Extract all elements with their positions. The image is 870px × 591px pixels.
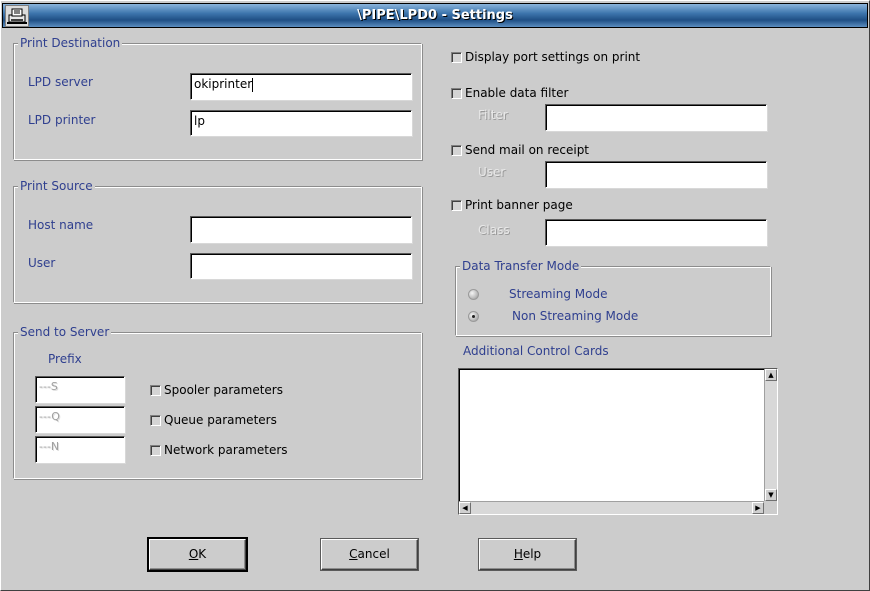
ok-button[interactable]: OK bbox=[149, 539, 246, 570]
display-port-settings-label: Display port settings on print bbox=[465, 50, 641, 64]
lpd-printer-label: LPD printer bbox=[28, 113, 96, 127]
mail-user-label: User bbox=[478, 165, 506, 179]
spooler-parameters-box[interactable] bbox=[150, 384, 161, 396]
lpd-server-input[interactable]: okiprinter bbox=[190, 73, 412, 100]
queue-parameters-box[interactable] bbox=[150, 414, 161, 426]
network-prefix-input[interactable]: ---N bbox=[35, 436, 125, 463]
data-transfer-mode-title: Data Transfer Mode bbox=[460, 258, 582, 274]
prefix-label: Prefix bbox=[48, 352, 82, 366]
class-input[interactable] bbox=[545, 219, 767, 246]
right-arrow-icon[interactable]: ▶ bbox=[752, 502, 764, 514]
filter-input[interactable] bbox=[545, 104, 767, 131]
vertical-scrollbar[interactable]: ▲ ▼ bbox=[764, 369, 777, 501]
help-mnemonic: H bbox=[513, 547, 523, 561]
print-destination-title: Print Destination bbox=[18, 35, 123, 51]
cancel-mnemonic: C bbox=[349, 547, 358, 561]
print-destination-group: Print Destination bbox=[13, 35, 422, 160]
host-name-label: Host name bbox=[28, 218, 94, 232]
send-to-server-title: Send to Server bbox=[18, 324, 112, 340]
non-streaming-mode-radio[interactable]: Non Streaming Mode bbox=[468, 308, 638, 324]
ok-label-rest: K bbox=[198, 547, 207, 561]
streaming-mode-radio[interactable]: Streaming Mode bbox=[468, 286, 607, 302]
enable-data-filter-label: Enable data filter bbox=[465, 86, 569, 100]
mail-user-input[interactable] bbox=[545, 161, 767, 188]
up-arrow-icon[interactable]: ▲ bbox=[765, 369, 777, 381]
print-source-title: Print Source bbox=[18, 178, 95, 194]
network-parameters-box[interactable] bbox=[150, 444, 161, 456]
streaming-mode-label: Streaming Mode bbox=[509, 287, 608, 301]
send-mail-label: Send mail on receipt bbox=[465, 143, 590, 157]
filter-label: Filter bbox=[478, 108, 508, 122]
scroll-corner bbox=[764, 501, 777, 514]
additional-control-cards-textarea[interactable]: ▲ ▼ ◀ ▶ bbox=[458, 368, 778, 515]
lpd-server-value: okiprinter bbox=[194, 77, 253, 91]
print-source-group: Print Source bbox=[13, 178, 422, 303]
lpd-printer-value: lp bbox=[194, 114, 205, 128]
display-port-settings-box[interactable] bbox=[451, 51, 462, 63]
queue-prefix-input[interactable]: ---Q bbox=[35, 406, 125, 433]
settings-dialog: \PIPE\LPD0 - Settings Print Destination … bbox=[0, 0, 870, 591]
network-parameters-label: Network parameters bbox=[164, 443, 288, 457]
enable-data-filter-checkbox[interactable]: Enable data filter bbox=[451, 85, 568, 101]
text-caret bbox=[252, 77, 254, 92]
send-mail-box[interactable] bbox=[451, 144, 462, 156]
cancel-button[interactable]: Cancel bbox=[321, 539, 418, 570]
help-button[interactable]: Help bbox=[479, 539, 576, 570]
spooler-parameters-label: Spooler parameters bbox=[164, 383, 283, 397]
source-user-input[interactable] bbox=[190, 253, 412, 279]
print-banner-label: Print banner page bbox=[465, 198, 573, 212]
display-port-settings-checkbox[interactable]: Display port settings on print bbox=[451, 49, 640, 65]
left-arrow-icon[interactable]: ◀ bbox=[459, 502, 471, 514]
queue-parameters-checkbox[interactable]: Queue parameters bbox=[150, 412, 277, 428]
ok-mnemonic: O bbox=[188, 547, 199, 561]
print-banner-checkbox[interactable]: Print banner page bbox=[451, 197, 573, 213]
non-streaming-mode-label: Non Streaming Mode bbox=[512, 309, 639, 323]
enable-data-filter-box[interactable] bbox=[451, 87, 462, 99]
spooler-prefix-input[interactable]: ---S bbox=[35, 376, 125, 403]
send-mail-checkbox[interactable]: Send mail on receipt bbox=[451, 142, 589, 158]
print-banner-box[interactable] bbox=[451, 199, 462, 211]
source-user-label: User bbox=[28, 256, 56, 270]
network-parameters-checkbox[interactable]: Network parameters bbox=[150, 442, 288, 458]
streaming-mode-dot[interactable] bbox=[468, 288, 479, 300]
spooler-prefix-value: ---S bbox=[39, 380, 58, 393]
window-title: \PIPE\LPD0 - Settings bbox=[357, 8, 513, 23]
lpd-printer-input[interactable]: lp bbox=[190, 110, 412, 136]
queue-parameters-label: Queue parameters bbox=[164, 413, 277, 427]
host-name-input[interactable] bbox=[190, 216, 412, 243]
additional-control-cards-label: Additional Control Cards bbox=[463, 344, 609, 358]
class-label: Class bbox=[478, 223, 510, 237]
title-bar[interactable]: \PIPE\LPD0 - Settings bbox=[2, 3, 868, 28]
non-streaming-mode-dot[interactable] bbox=[468, 310, 479, 322]
down-arrow-icon[interactable]: ▼ bbox=[765, 489, 777, 501]
lpd-server-label: LPD server bbox=[28, 75, 93, 89]
spooler-parameters-checkbox[interactable]: Spooler parameters bbox=[150, 382, 283, 398]
queue-prefix-value: ---Q bbox=[39, 410, 60, 423]
cancel-label-rest: ancel bbox=[357, 547, 390, 561]
network-prefix-value: ---N bbox=[39, 440, 60, 453]
horizontal-scrollbar[interactable]: ◀ ▶ bbox=[459, 501, 764, 514]
help-label-rest: elp bbox=[522, 547, 542, 561]
